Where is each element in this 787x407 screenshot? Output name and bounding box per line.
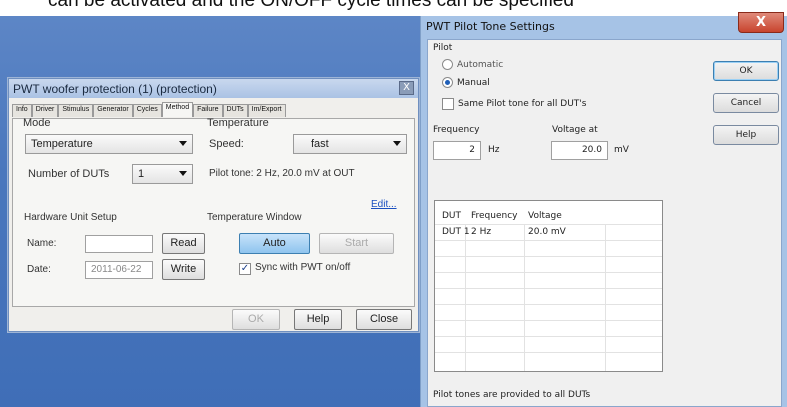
window-close-button[interactable]: X (399, 81, 414, 95)
manual-label: Manual (457, 78, 490, 88)
pwt-woofer-protection-window: PWT woofer protection (1) (protection) X… (8, 78, 419, 332)
table-row-line (435, 272, 662, 273)
automatic-radio[interactable] (442, 59, 453, 70)
date-label: Date: (27, 264, 51, 275)
tab-method[interactable]: Method (161, 102, 194, 117)
table-row-line (435, 336, 662, 337)
table-row-line (435, 304, 662, 305)
table-row-line (435, 240, 662, 241)
background-caption-text: can be activated and the ON/OFF cycle ti… (48, 0, 574, 11)
column-header-voltage: Voltage (528, 211, 562, 221)
tab-cycles[interactable]: Cycles (132, 104, 162, 117)
chevron-down-icon (393, 141, 401, 146)
footer-buttons: OK Help Close (9, 309, 418, 333)
voltage-input[interactable]: 20.0 (551, 141, 608, 160)
dut-count-label: Number of DUTs (28, 168, 110, 180)
frequency-input[interactable]: 2 (433, 141, 481, 160)
pilot-group-label: Pilot (433, 43, 453, 53)
tab-driver[interactable]: Driver (31, 104, 59, 117)
table-row-line (435, 352, 662, 353)
speed-label: Speed: (209, 138, 244, 150)
sync-label: Sync with PWT on/off (255, 262, 351, 273)
dialog-body: Pilot Automatic Manual Same Pilot tone f… (427, 39, 782, 407)
window-body: Info Driver Stimulus Generator Cycles Me… (9, 98, 418, 331)
dialog-title-bar[interactable]: PWT Pilot Tone Settings (421, 16, 787, 36)
column-header-frequency: Frequency (471, 211, 518, 221)
name-label: Name: (27, 238, 57, 249)
tab-stimulus[interactable]: Stimulus (58, 104, 94, 117)
start-button[interactable]: Start (319, 233, 394, 254)
column-divider (465, 224, 466, 371)
tab-generator[interactable]: Generator (93, 104, 133, 117)
speed-select[interactable]: fast (293, 134, 407, 154)
same-tone-checkbox[interactable] (442, 98, 454, 110)
same-tone-label: Same Pilot tone for all DUT's (458, 99, 587, 109)
table-row-line (435, 256, 662, 257)
speed-select-value: fast (311, 138, 329, 150)
pilot-tone-settings-dialog: PWT Pilot Tone Settings X Pilot Automati… (420, 12, 787, 407)
tab-im-export[interactable]: Im/Export (247, 104, 286, 117)
voltage-label: Voltage at (552, 125, 598, 135)
voltage-unit: mV (614, 145, 629, 155)
ok-button[interactable]: OK (713, 61, 779, 81)
table-row-line (435, 288, 662, 289)
pilot-tone-text: Pilot tone: 2 Hz, 20.0 mV at OUT (209, 168, 355, 179)
mode-select-value: Temperature (31, 138, 93, 150)
dialog-close-button[interactable]: X (738, 12, 784, 33)
table-header-divider (435, 224, 662, 225)
automatic-label: Automatic (457, 60, 504, 70)
column-divider (605, 224, 606, 371)
table-cell-dut: DUT 1 (442, 227, 470, 237)
table-cell-frequency: 2 Hz (471, 227, 492, 237)
close-button[interactable]: Close (356, 309, 412, 330)
column-divider (524, 224, 525, 371)
sync-checkbox[interactable]: ✓ (239, 263, 251, 275)
date-input[interactable]: 2011-06-22 (85, 261, 153, 279)
window-title: PWT woofer protection (1) (protection) (13, 81, 217, 96)
help-button[interactable]: Help (294, 309, 342, 330)
temperature-group-label: Temperature (207, 117, 269, 129)
frequency-unit: Hz (488, 145, 500, 155)
read-button[interactable]: Read (162, 233, 205, 254)
tab-failure[interactable]: Failure (193, 104, 223, 117)
cancel-button[interactable]: Cancel (713, 93, 779, 113)
table-row-line (435, 320, 662, 321)
tab-info[interactable]: Info (12, 104, 32, 117)
window-title-bar[interactable]: PWT woofer protection (1) (protection) X (9, 79, 418, 98)
help-button[interactable]: Help (713, 125, 779, 145)
footer-status-text: Pilot tones are provided to all DUTs (433, 390, 591, 400)
table-cell-voltage: 20.0 mV (528, 227, 566, 237)
hardware-group-label: Hardware Unit Setup (24, 212, 117, 223)
tab-strip: Info Driver Stimulus Generator Cycles Me… (12, 102, 286, 118)
ok-button[interactable]: OK (232, 309, 280, 330)
method-tab-panel: Mode Temperature Number of DUTs 1 Temper… (12, 117, 415, 307)
frequency-label: Frequency (433, 125, 480, 135)
dut-count-value: 1 (138, 168, 145, 180)
chevron-down-icon (179, 171, 187, 176)
tab-duts[interactable]: DUTs (222, 104, 248, 117)
mode-group-label: Mode (23, 117, 51, 129)
auto-button[interactable]: Auto (239, 233, 310, 254)
edit-pilot-tone-link[interactable]: Edit... (371, 199, 397, 210)
mode-select[interactable]: Temperature (25, 134, 193, 154)
dut-count-select[interactable]: 1 (132, 164, 193, 184)
write-button[interactable]: Write (162, 259, 205, 280)
name-input[interactable] (85, 235, 153, 253)
temperature-window-group-label: Temperature Window (207, 212, 302, 223)
column-header-dut: DUT (442, 211, 462, 221)
dut-table: DUT Frequency Voltage DUT 1 2 Hz 20.0 mV (434, 200, 663, 372)
manual-radio[interactable] (442, 77, 453, 88)
chevron-down-icon (179, 141, 187, 146)
dialog-title: PWT Pilot Tone Settings (426, 19, 555, 33)
